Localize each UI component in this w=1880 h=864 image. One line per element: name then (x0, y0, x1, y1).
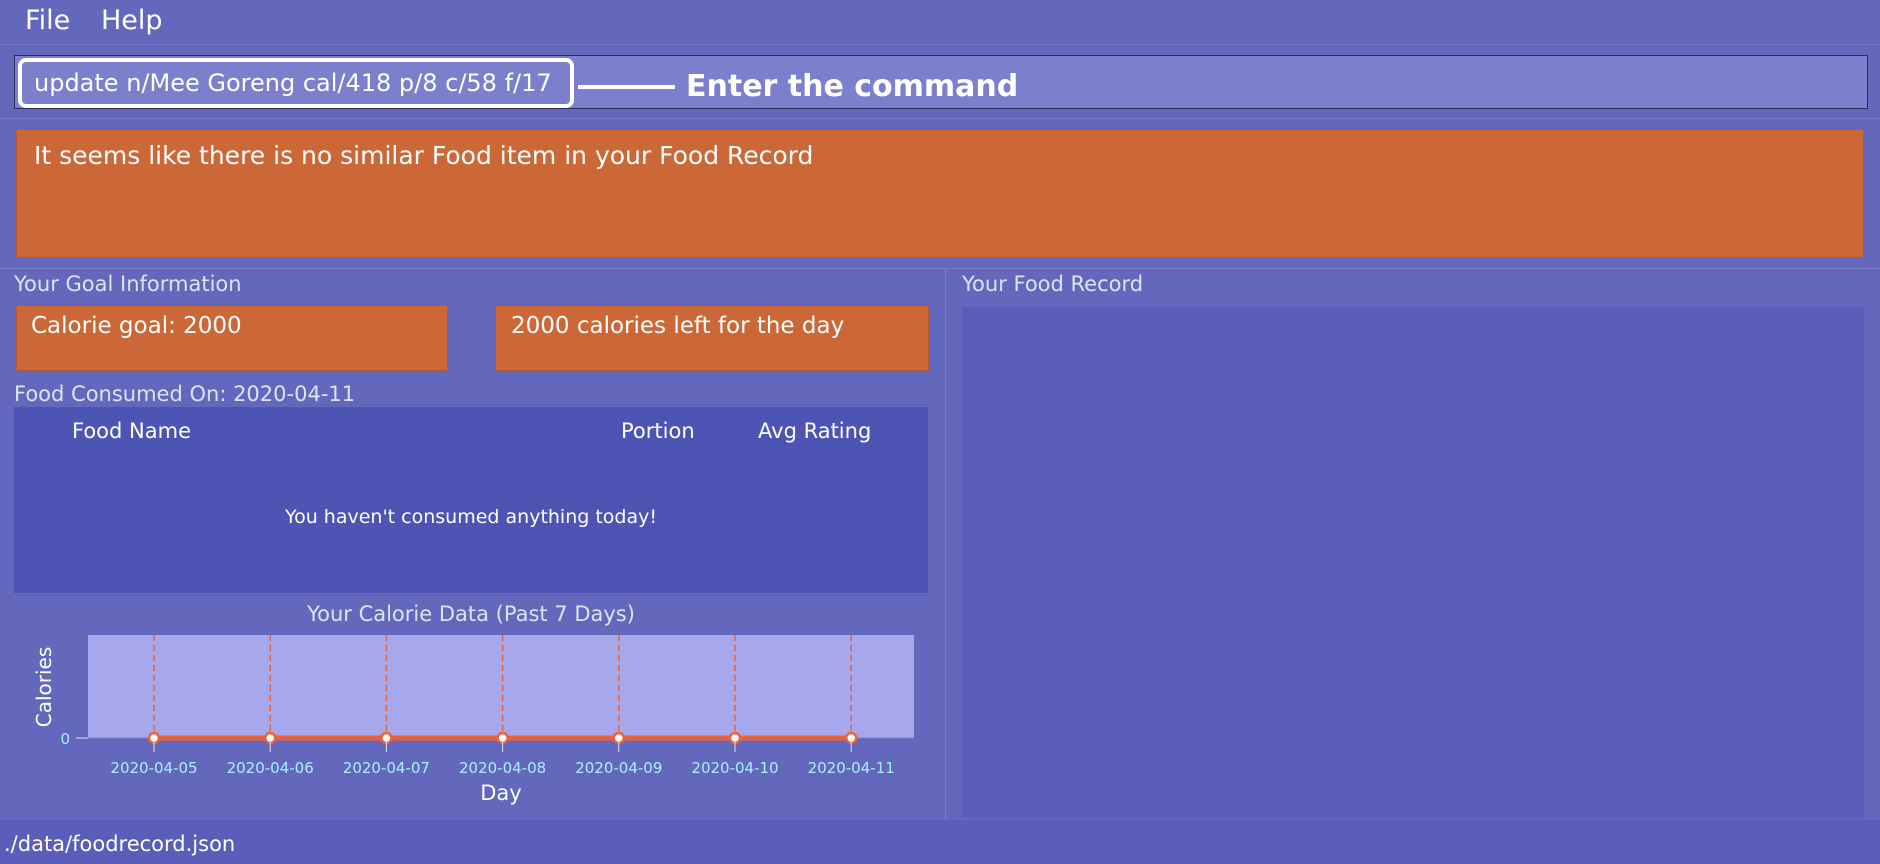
y-tick-label: 0 (60, 730, 70, 748)
y-axis-label: Calories (32, 647, 56, 728)
empty-table-message: You haven't consumed anything today! (285, 506, 657, 528)
divider (0, 118, 1880, 119)
help-menu[interactable]: Help (101, 5, 163, 36)
x-axis-label: Day (480, 781, 521, 805)
calories-left-text: 2000 calories left for the day (511, 313, 845, 339)
food-record-list[interactable] (962, 307, 1864, 818)
menu-bar (0, 0, 1880, 45)
goal-panel-title: Your Goal Information (14, 272, 242, 296)
x-tick-label: 2020-04-05 (110, 759, 197, 777)
food-record-title: Your Food Record (962, 272, 1144, 296)
column-header-portion: Portion (621, 419, 695, 443)
calorie-goal-text: Calorie goal: 2000 (31, 313, 242, 339)
chart-title: Your Calorie Data (Past 7 Days) (307, 602, 635, 626)
callout-connector (578, 85, 675, 89)
file-path: ./data/foodrecord.json (4, 832, 236, 856)
x-tick-label: 2020-04-07 (343, 759, 430, 777)
file-menu[interactable]: File (25, 5, 70, 36)
column-header-avg-rating: Avg Rating (758, 419, 872, 443)
result-message: It seems like there is no similar Food i… (34, 141, 814, 170)
calorie-chart: 0 Calories 2020-04-05 2020-04-06 2020-04-0… (32, 635, 914, 805)
status-bar (0, 820, 1880, 864)
x-tick-label: 2020-04-06 (227, 759, 314, 777)
command-input[interactable] (18, 58, 574, 108)
callout-annotation: Enter the command (686, 69, 1019, 104)
divider (0, 268, 1880, 269)
panel-divider (945, 270, 946, 818)
consumed-title: Food Consumed On: 2020-04-11 (14, 382, 356, 406)
x-tick-label: 2020-04-10 (691, 759, 778, 777)
plot-area (88, 635, 914, 738)
x-tick-label: 2020-04-11 (808, 759, 895, 777)
column-header-food-name: Food Name (72, 419, 191, 443)
x-tick-label: 2020-04-09 (575, 759, 662, 777)
x-tick-label: 2020-04-08 (459, 759, 546, 777)
